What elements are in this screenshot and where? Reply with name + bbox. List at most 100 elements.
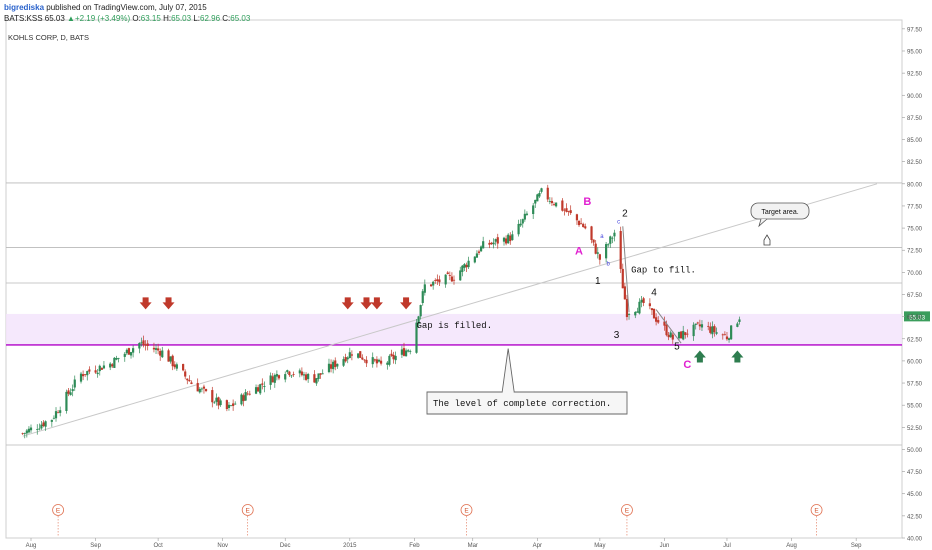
- candle-body: [550, 200, 554, 204]
- candle-body: [517, 223, 520, 235]
- candle-body: [534, 199, 537, 204]
- candle-body: [723, 334, 726, 336]
- candle-body: [473, 256, 476, 263]
- candle-body: [79, 373, 83, 382]
- wave-label-4: 4: [651, 287, 657, 298]
- last-price: 65.03: [44, 14, 65, 23]
- open-value: 63.15: [140, 14, 161, 23]
- y-tick-label: 70.00: [907, 271, 923, 277]
- author-link[interactable]: bigrediska: [4, 3, 44, 12]
- candle-body: [157, 348, 160, 351]
- candle-body: [327, 363, 331, 373]
- candle-body: [696, 322, 699, 324]
- candle-body: [700, 324, 704, 328]
- x-tick-label: Sep: [90, 543, 101, 549]
- candle-body: [317, 373, 320, 379]
- x-tick-label: Aug: [786, 543, 797, 549]
- candle-body: [640, 299, 643, 303]
- candle-body: [346, 357, 349, 360]
- candle-body: [450, 276, 454, 282]
- candle-body: [109, 363, 112, 368]
- y-tick-label: 82.50: [907, 160, 923, 166]
- candle-body: [467, 260, 470, 268]
- y-tick-label: 85.00: [907, 138, 923, 144]
- candle-body: [682, 330, 685, 340]
- candle-body: [532, 205, 535, 215]
- candle-body: [117, 357, 120, 359]
- candle-body: [184, 371, 187, 377]
- candle-body: [365, 359, 368, 364]
- candle-body: [492, 242, 495, 245]
- candle-body: [288, 371, 291, 376]
- candle-body: [521, 219, 524, 224]
- candle-body: [438, 279, 441, 283]
- candle-body: [727, 338, 731, 340]
- candle-body: [273, 375, 276, 383]
- candle-body: [582, 223, 585, 227]
- candle: [680, 330, 683, 339]
- candle-body: [669, 332, 672, 338]
- y-tick-label: 97.50: [907, 27, 923, 33]
- candle-body: [313, 374, 316, 383]
- y-tick-label: 42.50: [907, 514, 923, 520]
- candle-body: [594, 243, 597, 254]
- candle-body: [198, 388, 201, 393]
- candle-body: [298, 370, 301, 374]
- candle: [652, 308, 656, 319]
- y-tick-label: 75.00: [907, 227, 923, 233]
- wave-label-2: 2: [622, 209, 628, 220]
- candle: [259, 383, 262, 395]
- candle-body: [129, 352, 133, 356]
- candle-body: [373, 359, 376, 361]
- candle-body: [36, 429, 39, 430]
- candle-body: [665, 324, 668, 336]
- candle-body: [538, 192, 541, 197]
- candle-body: [257, 387, 260, 392]
- candle-body: [159, 350, 162, 356]
- candle-body: [315, 378, 318, 384]
- candle-body: [650, 308, 654, 311]
- candle-body: [598, 254, 601, 260]
- y-tick-label: 77.50: [907, 204, 923, 210]
- candle-body: [113, 357, 116, 368]
- candle-body: [188, 380, 191, 382]
- price-chart[interactable]: E E E E EABC12345abcGap is filled.Gap to fil…: [0, 0, 932, 550]
- candle-body: [277, 375, 281, 379]
- x-tick-label: Apr: [533, 543, 542, 549]
- candle-body: [423, 284, 426, 293]
- candle-body: [446, 272, 449, 275]
- candle-body: [419, 305, 422, 317]
- candle-body: [392, 354, 395, 360]
- candle-body: [461, 265, 464, 272]
- candle-body: [725, 336, 729, 340]
- x-tick-label: May: [594, 543, 605, 549]
- published-text: published on TradingView.com, July 07, 2…: [44, 3, 207, 12]
- candle-body: [171, 355, 174, 367]
- candle: [388, 354, 391, 367]
- candle-body: [169, 356, 172, 362]
- up-triangle-icon: ▲: [67, 14, 75, 23]
- candle-body: [575, 214, 579, 221]
- x-tick-label: 2015: [343, 543, 357, 549]
- candle-body: [44, 421, 47, 427]
- wave-label-C: C: [683, 359, 691, 371]
- earnings-label: E: [625, 508, 630, 515]
- candle-body: [73, 379, 76, 388]
- candle-body: [444, 274, 447, 285]
- candle: [507, 233, 510, 244]
- candle-body: [342, 359, 345, 366]
- candle-body: [684, 332, 687, 336]
- candle-body: [625, 298, 629, 318]
- wave-label-c: c: [617, 220, 620, 226]
- symbol[interactable]: BATS:KSS: [4, 14, 43, 23]
- candle-body: [561, 200, 564, 211]
- candle-body: [596, 252, 599, 254]
- candle-body: [507, 234, 510, 244]
- y-tick-label: 87.50: [907, 116, 923, 122]
- candle-body: [569, 210, 572, 214]
- candle-body: [677, 331, 681, 339]
- candle-body: [88, 369, 91, 372]
- candle-body: [65, 391, 68, 411]
- y-tick-label: 52.50: [907, 426, 923, 432]
- candle-body: [590, 226, 593, 240]
